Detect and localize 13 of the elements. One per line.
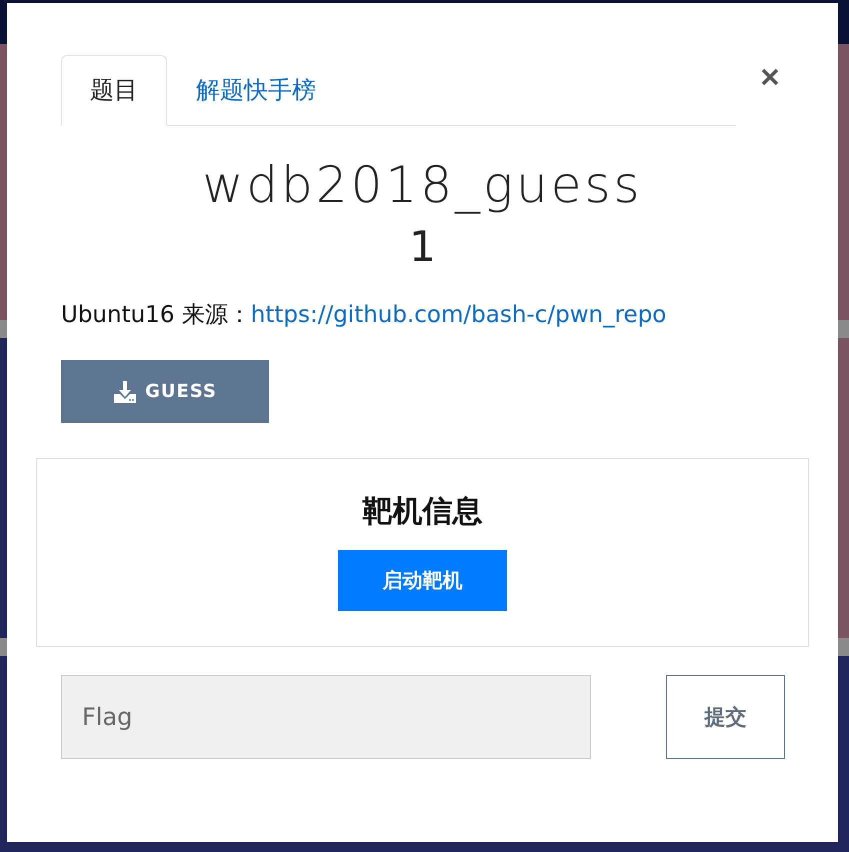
flag-input[interactable]: Flag — [61, 675, 591, 759]
submit-button[interactable]: 提交 — [666, 675, 785, 759]
download-button[interactable]: GUESS — [61, 360, 269, 423]
tab[interactable]: 题目 — [61, 55, 167, 126]
description-text: Ubuntu16 来源： — [61, 301, 251, 330]
start-button[interactable]: 启动靶机 — [338, 550, 507, 611]
panel-title: 靶机信息 — [362, 493, 482, 531]
tab[interactable]: 解题快手榜 — [167, 55, 345, 126]
close-icon[interactable] — [760, 67, 780, 87]
source-link[interactable]: https://github.com/bash-c/pwn_repo — [250, 302, 666, 328]
challenge-points: 1 — [409, 222, 436, 271]
challenge-title: wdb2018_guess — [202, 156, 643, 214]
download-icon — [113, 380, 138, 404]
